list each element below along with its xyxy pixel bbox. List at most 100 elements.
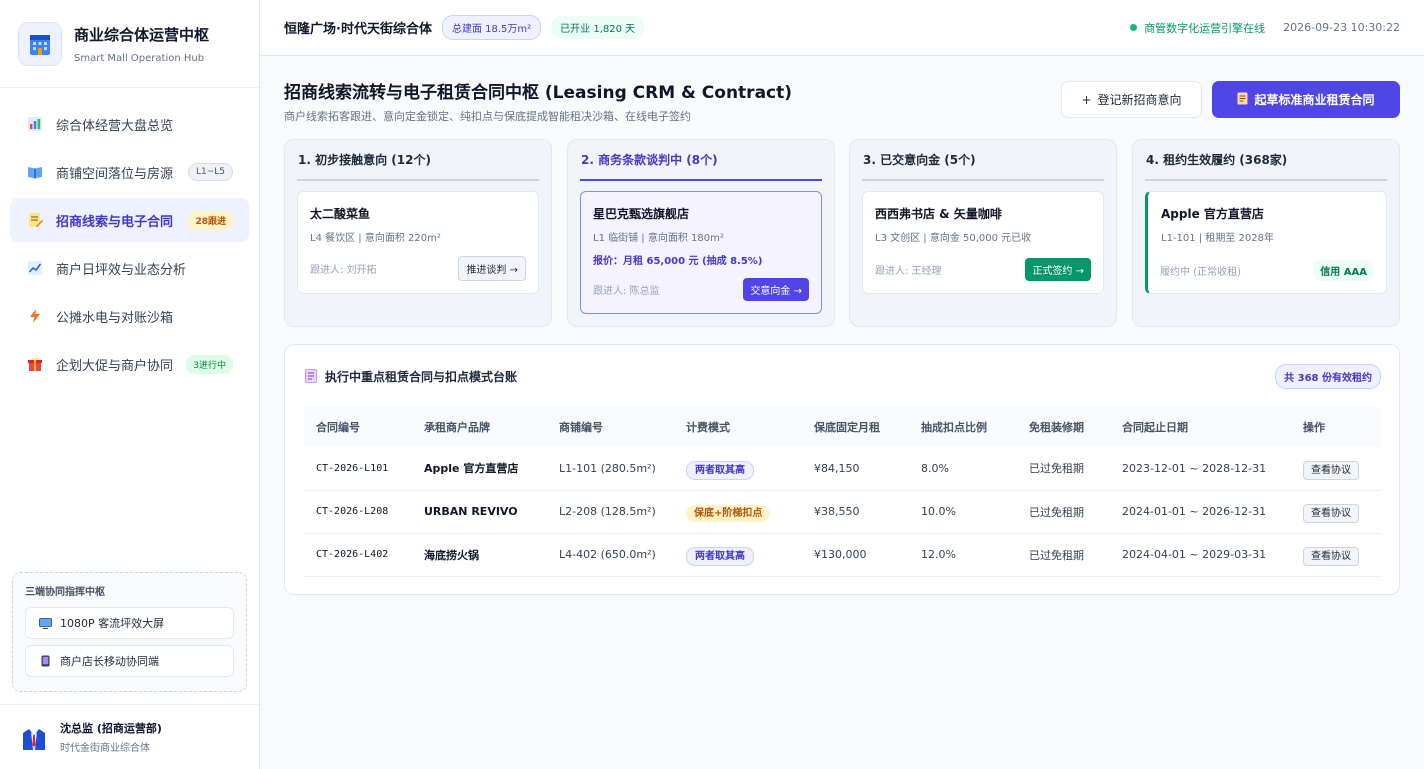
topbar: 恒隆广场·时代天街综合体 总建面 18.5万m² 已开业 1,820 天 商管数… — [260, 0, 1424, 56]
ledger-title-wrap: 执行中重点租赁合同与扣点模式台账 — [305, 368, 517, 385]
mall-name: 恒隆广场·时代天街综合体 — [284, 22, 432, 37]
bigscreen-button[interactable]: 1080P 客流坪效大屏 — [25, 607, 234, 639]
contract-id: CT-2026-L402 — [304, 533, 412, 577]
document-icon — [1237, 92, 1248, 108]
page-subtitle: 商户线索拓客跟进、意向定金锁定、纯扣点与保底提成智能租决沙箱、在线电子签约 — [284, 110, 691, 123]
pay-deposit-button[interactable]: 交意向金 → — [743, 278, 809, 301]
sidebar-item-spaces[interactable]: 商铺空间落位与房源 L1~L5 — [10, 150, 249, 194]
register-lead-button[interactable]: + 登记新招商意向 — [1061, 81, 1202, 118]
action-cell: 查看协议 — [1291, 447, 1381, 491]
card-footer: 跟进人: 刘开拓 推进谈判 → — [310, 256, 526, 281]
page-title: 招商线索流转与电子租赁合同中枢 (Leasing CRM & Contract) — [284, 83, 793, 103]
lightning-icon — [26, 307, 44, 325]
table-row: CT-2026-L101 Apple 官方直营店 L1-101 (280.5m²… — [304, 447, 1381, 491]
sidebar-item-utilities[interactable]: 公摊水电与对账沙箱 — [10, 294, 249, 338]
base-rent: ¥130,000 — [802, 533, 909, 577]
card-footer: 跟进人: 陈总监 交意向金 → — [593, 278, 809, 301]
column-header: 承租商户品牌 — [412, 407, 547, 447]
card-footer: 履约中 (正常收租) 信用 AAA — [1160, 260, 1374, 281]
tenant-brand: Apple 官方直营店 — [412, 447, 547, 491]
action-cell: 查看协议 — [1291, 490, 1381, 534]
shop-number: L1-101 (280.5m²) — [547, 447, 674, 491]
billing-mode-badge: 保底+阶梯扣点 — [686, 505, 771, 522]
user-name: 沈总监 (招商运营部) — [60, 722, 162, 735]
lead-quote: 报价：月租 65,000 元 (抽成 8.5%) — [593, 256, 763, 267]
billing-mode-cell: 两者取其高 — [674, 447, 802, 491]
brand-title: 商业综合体运营中枢 — [74, 25, 210, 44]
column-title: 1. 初步接触意向 (12个) — [297, 140, 539, 181]
campaign-count-badge: 3进行中 — [186, 354, 233, 374]
base-rent: ¥38,550 — [802, 490, 909, 534]
current-datetime: 2026-09-23 10:30:22 — [1283, 21, 1400, 34]
contract-period: 2024-04-01 ~ 2029-03-31 — [1110, 533, 1291, 577]
view-agreement-button[interactable]: 查看协议 — [1303, 460, 1359, 480]
tenant-brand: URBAN REVIVO — [412, 490, 547, 534]
sidebar-nav: 综合体经营大盘总览 商铺空间落位与房源 L1~L5 招商线索与电子合同 28跟进… — [0, 88, 259, 386]
contract-id: CT-2026-L101 — [304, 447, 412, 491]
chart-bar-icon — [26, 115, 44, 133]
view-agreement-button[interactable]: 查看协议 — [1303, 504, 1359, 523]
gift-icon — [26, 355, 44, 373]
user-org: 时代金街商业综合体 — [60, 743, 150, 754]
lead-meta: L3 文创区 | 意向金 50,000 元已收 — [875, 233, 1032, 244]
column-title: 4. 租约生效履约 (368家) — [1145, 140, 1387, 181]
contract-ledger: 执行中重点租赁合同与扣点模式台账 共 368 份有效租约 合同编号 承租商户品牌… — [284, 344, 1400, 595]
sidebar-item-label: 公摊水电与对账沙箱 — [56, 310, 174, 326]
engine-status: 商管数字化运营引擎在线 — [1144, 21, 1266, 35]
lead-brand: 西西弗书店 & 矢量咖啡 — [875, 207, 1002, 221]
online-status-dot-icon — [1130, 24, 1138, 31]
lead-meta: L1 临街铺 | 意向面积 180m² — [593, 233, 724, 244]
contract-id: CT-2026-L208 — [304, 490, 412, 534]
shop-number: L4-402 (650.0m²) — [547, 533, 674, 577]
sidebar-item-efficiency[interactable]: 商户日坪效与业态分析 — [10, 246, 249, 290]
sidebar-item-label: 企划大促与商户协同 — [56, 358, 174, 374]
lease-card[interactable]: Apple 官方直营店 L1-101 | 租期至 2028年 履约中 (正常收租… — [1145, 191, 1387, 294]
lead-card[interactable]: 星巴克甄选旗舰店 L1 临街铺 | 意向面积 180m² 报价：月租 65,00… — [580, 191, 822, 314]
register-lead-label: 登记新招商意向 — [1097, 93, 1182, 107]
pipeline-column-deposit: 3. 已交意向金 (5个) 西西弗书店 & 矢量咖啡 L3 文创区 | 意向金 … — [849, 139, 1117, 327]
ledger-title: 执行中重点租赁合同与扣点模式台账 — [325, 369, 518, 384]
sidebar-item-promotions[interactable]: 企划大促与商户协同 3进行中 — [10, 342, 249, 386]
user-profile[interactable]: 沈总监 (招商运营部) 时代金街商业综合体 — [0, 704, 259, 769]
table-row: CT-2026-L208 URBAN REVIVO L2-208 (128.5m… — [304, 490, 1381, 534]
lease-brand: Apple 官方直营店 — [1161, 207, 1264, 221]
billing-mode-badge: 两者取其高 — [686, 547, 754, 566]
ledger-header: 执行中重点租赁合同与扣点模式台账 共 368 份有效租约 — [285, 345, 1399, 407]
mobile-collab-button[interactable]: 商户店长移动协同端 — [25, 645, 234, 677]
formal-sign-button[interactable]: 正式签约 → — [1025, 258, 1091, 281]
page-header: 招商线索流转与电子租赁合同中枢 (Leasing CRM & Contract)… — [284, 56, 1400, 140]
lead-card[interactable]: 太二酸菜鱼 L4 餐饮区 | 意向面积 220m² 跟进人: 刘开拓 推进谈判 … — [297, 191, 539, 294]
sidebar-item-label: 商铺空间落位与房源 — [56, 166, 174, 182]
sidebar-item-label: 招商线索与电子合同 — [56, 214, 174, 230]
brand-header: 商业综合体运营中枢 Smart Mall Operation Hub — [0, 0, 259, 88]
base-rent: ¥84,150 — [802, 447, 909, 491]
lead-owner: 跟进人: 王经理 — [875, 266, 942, 277]
trend-chart-icon — [26, 259, 44, 277]
avatar — [20, 723, 48, 751]
sidebar-item-dashboard[interactable]: 综合体经营大盘总览 — [10, 102, 249, 146]
rent-free-period: 已过免租期 — [1017, 533, 1110, 577]
sidebar-item-leasing[interactable]: 招商线索与电子合同 28跟进 — [10, 198, 249, 242]
rent-free-period: 已过免租期 — [1017, 490, 1110, 534]
column-header: 抽成扣点比例 — [909, 407, 1017, 447]
commission-rate: 10.0% — [909, 490, 1017, 534]
lead-card[interactable]: 西西弗书店 & 矢量咖啡 L3 文创区 | 意向金 50,000 元已收 跟进人… — [862, 191, 1104, 294]
mall-building-icon — [18, 21, 62, 66]
card-footer: 跟进人: 王经理 正式签约 → — [875, 258, 1091, 281]
column-header: 免租装修期 — [1017, 407, 1110, 447]
pipeline-column-active-lease: 4. 租约生效履约 (368家) Apple 官方直营店 L1-101 | 租期… — [1132, 139, 1400, 327]
advance-negotiation-button[interactable]: 推进谈判 → — [458, 256, 526, 281]
column-header: 保底固定月租 — [802, 407, 909, 447]
mobile-collab-label: 商户店长移动协同端 — [60, 655, 159, 668]
column-header: 计费模式 — [674, 407, 802, 447]
lead-brand: 星巴克甄选旗舰店 — [593, 207, 690, 221]
view-agreement-button[interactable]: 查看协议 — [1303, 547, 1359, 566]
sidebar: 商业综合体运营中枢 Smart Mall Operation Hub 综合体经营… — [0, 0, 260, 769]
floor-range-badge: L1~L5 — [187, 163, 233, 181]
commission-rate: 12.0% — [909, 533, 1017, 577]
column-header: 商铺编号 — [547, 407, 674, 447]
column-header: 合同编号 — [304, 407, 412, 447]
memo-icon — [26, 211, 44, 229]
contract-period: 2024-01-01 ~ 2026-12-31 — [1110, 490, 1291, 534]
draft-contract-button[interactable]: 起草标准商业租赁合同 — [1212, 81, 1400, 118]
